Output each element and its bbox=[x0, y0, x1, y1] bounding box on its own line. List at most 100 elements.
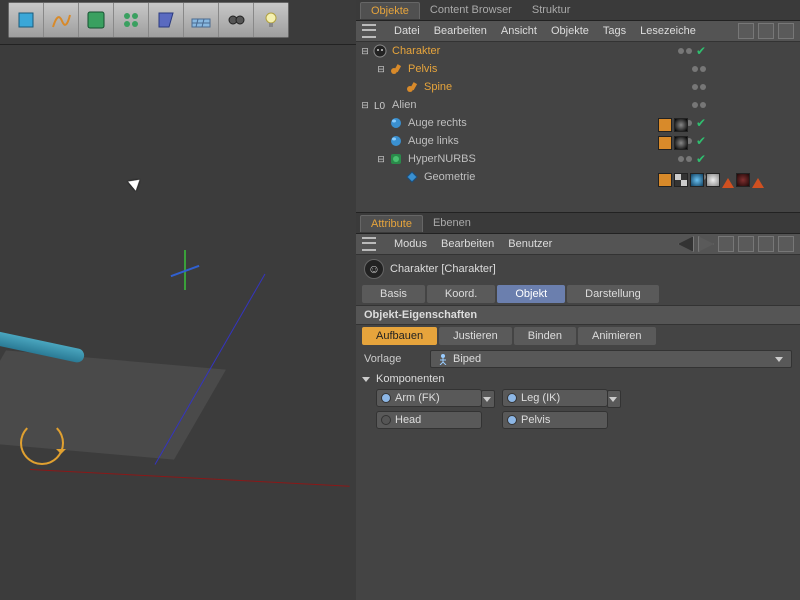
chevron-down-icon bbox=[775, 357, 783, 362]
tree-row[interactable]: ⊟ HyperNURBS ✔ bbox=[356, 150, 800, 168]
obj-search-icon[interactable] bbox=[738, 23, 754, 39]
tree-toggle[interactable]: ⊟ bbox=[360, 100, 370, 111]
component-pelvis[interactable]: Pelvis bbox=[502, 411, 608, 429]
tab-struktur[interactable]: Struktur bbox=[522, 2, 581, 18]
component-label: Head bbox=[395, 414, 421, 426]
visibility-dots[interactable]: ✔ bbox=[678, 156, 796, 162]
chevron-down-icon[interactable] bbox=[481, 390, 495, 408]
attr-up-icon[interactable] bbox=[718, 236, 734, 252]
tool-cube[interactable] bbox=[9, 3, 44, 37]
tab-attribute[interactable]: Attribute bbox=[360, 215, 423, 232]
objects-panel-menu: Datei Bearbeiten Ansicht Objekte Tags Le… bbox=[356, 21, 800, 42]
menu-modus[interactable]: Modus bbox=[394, 238, 427, 250]
disclosure-komponenten[interactable]: Komponenten bbox=[356, 371, 800, 387]
menu-tags[interactable]: Tags bbox=[603, 25, 626, 37]
tab-koord[interactable]: Koord. bbox=[427, 285, 495, 303]
sphere-icon bbox=[389, 116, 403, 130]
menu-objekte[interactable]: Objekte bbox=[551, 25, 589, 37]
dropdown-vorlage[interactable]: Biped bbox=[430, 350, 792, 368]
svg-text:L0: L0 bbox=[374, 101, 386, 112]
object-hierarchy[interactable]: ⊟ Charakter ✔ ⊟ Pelvis Spine ⊟ L0 Alien Auge rech… bbox=[356, 42, 800, 213]
component-leg-ik-[interactable]: Leg (IK) bbox=[502, 389, 608, 407]
tree-row[interactable]: ⊟ Pelvis bbox=[356, 60, 800, 78]
visibility-dots[interactable]: ✔ bbox=[678, 48, 796, 54]
tree-item-label[interactable]: Alien bbox=[390, 99, 418, 111]
tag-strip-auge-rechts[interactable] bbox=[658, 118, 688, 132]
attribute-main-tabs: Basis Koord. Objekt Darstellung bbox=[356, 283, 800, 305]
visibility-dots[interactable]: ✔ bbox=[678, 120, 796, 126]
tab-objekt[interactable]: Objekt bbox=[497, 285, 565, 303]
move-gizmo[interactable] bbox=[170, 260, 200, 290]
rotate-ring[interactable] bbox=[20, 421, 64, 465]
tree-item-label[interactable]: Spine bbox=[422, 81, 454, 93]
attr-new-icon[interactable] bbox=[778, 236, 794, 252]
subtab-aufbauen[interactable]: Aufbauen bbox=[362, 327, 437, 345]
obj-eye-icon[interactable] bbox=[778, 23, 794, 39]
attr-nav-fwd-icon[interactable] bbox=[698, 236, 714, 252]
tab-basis[interactable]: Basis bbox=[362, 285, 425, 303]
hamburger-icon[interactable] bbox=[362, 237, 376, 251]
tool-spline[interactable] bbox=[44, 3, 79, 37]
tree-row[interactable]: Auge rechts ✔ bbox=[356, 114, 800, 132]
tool-nurbs[interactable] bbox=[79, 3, 114, 37]
tree-item-label[interactable]: Charakter bbox=[390, 45, 442, 57]
viewport-3d[interactable] bbox=[0, 44, 356, 600]
attribute-title: Charakter [Charakter] bbox=[390, 263, 496, 275]
biped-icon bbox=[437, 353, 449, 365]
tag-strip-geometrie[interactable] bbox=[658, 172, 764, 188]
tree-toggle[interactable]: ⊟ bbox=[376, 154, 386, 165]
attr-lock-icon[interactable] bbox=[758, 236, 774, 252]
tree-item-label[interactable]: Auge rechts bbox=[406, 117, 469, 129]
tree-toggle[interactable]: ⊟ bbox=[376, 64, 386, 75]
tree-row[interactable]: ⊟ Charakter ✔ bbox=[356, 42, 800, 60]
chevron-down-icon bbox=[362, 377, 370, 382]
led-icon bbox=[507, 415, 517, 425]
tree-toggle[interactable]: ⊟ bbox=[360, 46, 370, 57]
tag-strip-auge-links[interactable] bbox=[658, 136, 688, 150]
tab-darstellung[interactable]: Darstellung bbox=[567, 285, 659, 303]
subtab-binden[interactable]: Binden bbox=[514, 327, 576, 345]
subtab-justieren[interactable]: Justieren bbox=[439, 327, 512, 345]
menu-bearbeiten[interactable]: Bearbeiten bbox=[434, 25, 487, 37]
visibility-dots[interactable] bbox=[692, 84, 796, 90]
tool-light[interactable] bbox=[254, 3, 288, 37]
tool-camera[interactable] bbox=[219, 3, 254, 37]
menu-benutzer[interactable]: Benutzer bbox=[508, 238, 552, 250]
attr-search-icon[interactable] bbox=[738, 236, 754, 252]
component-label: Leg (IK) bbox=[521, 392, 560, 404]
tab-content-browser[interactable]: Content Browser bbox=[420, 2, 522, 18]
obj-home-icon[interactable] bbox=[758, 23, 774, 39]
tree-row[interactable]: Spine bbox=[356, 78, 800, 96]
joint-icon bbox=[405, 80, 419, 94]
subtab-animieren[interactable]: Animieren bbox=[578, 327, 656, 345]
menu-ansicht[interactable]: Ansicht bbox=[501, 25, 537, 37]
menu-datei[interactable]: Datei bbox=[394, 25, 420, 37]
menu-bearbeiten-2[interactable]: Bearbeiten bbox=[441, 238, 494, 250]
component-arm-fk-[interactable]: Arm (FK) bbox=[376, 389, 482, 407]
tool-deformer[interactable] bbox=[149, 3, 184, 37]
tree-row[interactable]: ⊟ L0 Alien bbox=[356, 96, 800, 114]
visibility-dots[interactable] bbox=[692, 102, 796, 108]
menu-lesezeichen[interactable]: Lesezeiche bbox=[640, 25, 696, 37]
tool-floor[interactable] bbox=[184, 3, 219, 37]
visibility-dots[interactable]: ✔ bbox=[678, 138, 796, 144]
tree-item-label[interactable]: Geometrie bbox=[422, 171, 477, 183]
led-icon bbox=[381, 415, 391, 425]
hamburger-icon[interactable] bbox=[362, 24, 376, 38]
tree-item-label[interactable]: Auge links bbox=[406, 135, 461, 147]
attribute-sub-tabs: Aufbauen Justieren Binden Animieren bbox=[356, 325, 800, 347]
component-head[interactable]: Head bbox=[376, 411, 482, 429]
tree-row[interactable]: Auge links ✔ bbox=[356, 132, 800, 150]
visibility-dots[interactable] bbox=[692, 66, 796, 72]
label-komponenten: Komponenten bbox=[376, 373, 445, 385]
tree-item-label[interactable]: Pelvis bbox=[406, 63, 439, 75]
chevron-down-icon[interactable] bbox=[607, 390, 621, 408]
attr-nav-back-icon[interactable] bbox=[678, 236, 694, 252]
tab-objekte[interactable]: Objekte bbox=[360, 2, 420, 19]
tab-ebenen[interactable]: Ebenen bbox=[423, 215, 481, 231]
tool-array[interactable] bbox=[114, 3, 149, 37]
axis-x bbox=[30, 469, 350, 487]
tree-item-label[interactable]: HyperNURBS bbox=[406, 153, 478, 165]
attribute-header: ☺ Charakter [Charakter] bbox=[356, 255, 800, 283]
joint-icon bbox=[389, 62, 403, 76]
